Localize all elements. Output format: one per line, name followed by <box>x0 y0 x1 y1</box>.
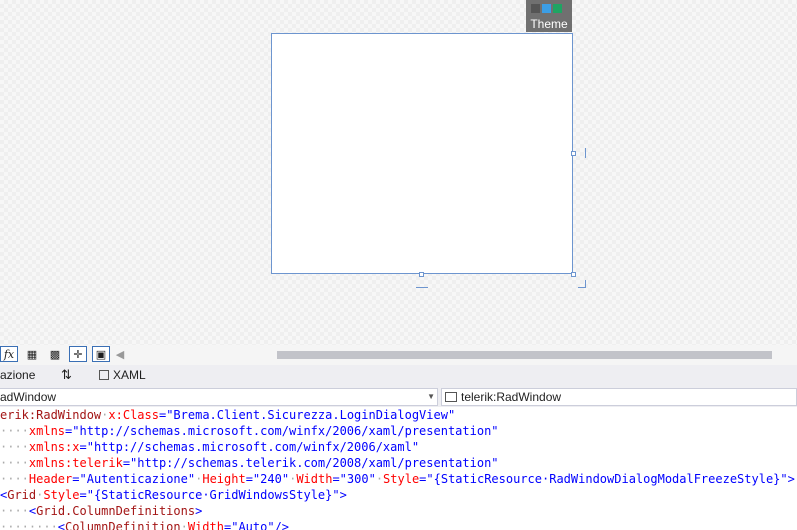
member-combo-value: telerik:RadWindow <box>461 390 562 404</box>
code-token: =" <box>158 408 174 422</box>
code-token: {StaticResource·RadWindowDialogModalFree… <box>433 472 781 486</box>
type-combo-value: adWindow <box>0 390 57 404</box>
theme-label: Theme <box>530 17 568 31</box>
code-token: x:Class <box>108 408 159 422</box>
code-token: 300 <box>346 472 369 486</box>
code-token: Style <box>43 488 80 502</box>
code-token: Autenticazione <box>86 472 188 486</box>
code-token: < <box>57 520 66 530</box>
code-token: "> <box>780 472 795 486</box>
code-token: ···· <box>0 424 29 438</box>
resize-handle-right[interactable] <box>571 151 576 156</box>
tab-xaml[interactable]: XAML <box>99 365 146 387</box>
theme-swatch[interactable] <box>542 4 551 13</box>
document-icon[interactable]: ▣ <box>92 346 110 362</box>
code-token: =" <box>65 424 80 438</box>
code-token: xmlns:telerik <box>28 456 123 470</box>
code-token: erik:RadWindow <box>0 408 102 422</box>
code-token: ···· <box>0 440 29 454</box>
code-token: xmlns:x <box>28 440 80 454</box>
code-token: " <box>491 456 499 470</box>
snap-grid-icon[interactable]: ▩ <box>46 346 64 362</box>
code-token: "> <box>332 488 347 502</box>
code-token: Grid.ColumnDefinitions <box>36 504 196 518</box>
member-combo[interactable]: telerik:RadWindow <box>441 388 797 406</box>
code-line[interactable]: ····xmlns:x="http://schemas.microsoft.co… <box>0 439 797 455</box>
collapse-arrow-icon[interactable]: ◀ <box>113 346 127 362</box>
code-token: =" <box>72 472 87 486</box>
code-line[interactable]: ········<ColumnDefinition·Width="Auto"/> <box>0 519 797 530</box>
code-token: =" <box>332 472 347 486</box>
tab-design[interactable]: azione <box>0 365 35 387</box>
code-line[interactable]: ····xmlns="http://schemas.microsoft.com/… <box>0 423 797 439</box>
code-token: Width <box>296 472 333 486</box>
code-token: Style <box>383 472 420 486</box>
code-token: {StaticResource·GridWindowsStyle} <box>93 488 333 502</box>
code-token: ···· <box>0 504 29 518</box>
code-token: ···· <box>0 456 29 470</box>
chevron-down-icon: ▼ <box>427 392 435 401</box>
code-line[interactable]: <Grid·Style="{StaticResource·GridWindows… <box>0 487 797 503</box>
design-surface[interactable]: Theme <box>0 0 797 345</box>
code-token: Grid <box>7 488 37 502</box>
code-line[interactable]: erik:RadWindow·x:Class="Brema.Client.Sic… <box>0 407 797 423</box>
resize-handle-bottom[interactable] <box>419 272 424 277</box>
code-token: " <box>447 408 456 422</box>
theme-swatch[interactable] <box>553 4 562 13</box>
radwindow-preview[interactable] <box>271 33 573 274</box>
code-token: http://schemas.telerik.com/2008/xaml/pre… <box>137 456 492 470</box>
code-token: =" <box>223 520 239 530</box>
vertical-guide-mark <box>585 148 586 158</box>
code-token: · <box>180 520 188 530</box>
code-line[interactable]: ····<Grid.ColumnDefinitions> <box>0 503 797 519</box>
theme-swatch[interactable] <box>531 4 540 13</box>
code-token: =" <box>245 472 261 486</box>
xaml-code-editor[interactable]: erik:RadWindow·x:Class="Brema.Client.Sic… <box>0 407 797 530</box>
type-combo[interactable]: adWindow ▼ <box>0 388 438 406</box>
navigation-bar: adWindow ▼ telerik:RadWindow <box>0 387 797 407</box>
code-token: > <box>195 504 203 518</box>
code-token: Width <box>187 520 224 530</box>
code-token: Auto <box>238 520 268 530</box>
code-token: " <box>411 440 420 454</box>
resize-handle-corner[interactable] <box>571 272 576 277</box>
element-icon <box>445 392 457 402</box>
grid-icon[interactable]: ▦ <box>23 346 41 362</box>
code-token: Brema.Client.Sicurezza.LoginDialogView <box>173 408 448 422</box>
horizontal-guide-mark <box>416 287 428 288</box>
code-line[interactable]: ····Header="Autenticazione"·Height="240"… <box>0 471 797 487</box>
theme-swatches <box>531 4 562 14</box>
code-token: Height <box>202 472 246 486</box>
formula-fx-icon[interactable]: 𝑓x <box>0 346 18 362</box>
code-token: =" <box>79 488 94 502</box>
code-token: =" <box>419 472 434 486</box>
code-token: " <box>281 472 290 486</box>
snap-lines-icon[interactable]: ✛ <box>69 346 87 362</box>
code-token: xmlns <box>28 424 66 438</box>
code-token: ColumnDefinition <box>65 520 181 530</box>
code-token: " <box>491 424 499 438</box>
code-token: ········ <box>0 520 58 530</box>
code-token: 240 <box>260 472 282 486</box>
code-token: Header <box>28 472 73 486</box>
code-token: ···· <box>0 472 29 486</box>
tab-xaml-label: XAML <box>113 368 146 382</box>
swap-panes-icon[interactable]: ⇅ <box>61 365 72 387</box>
code-token: =" <box>79 440 94 454</box>
code-token: http://schemas.microsoft.com/winfx/2006/… <box>79 424 492 438</box>
horizontal-scrollbar[interactable] <box>277 351 772 359</box>
code-token: http://schemas.microsoft.com/winfx/2006/… <box>93 440 412 454</box>
code-token: =" <box>122 456 138 470</box>
code-line[interactable]: ····xmlns:telerik="http://schemas.teleri… <box>0 455 797 471</box>
xaml-icon <box>99 370 109 380</box>
code-token: · <box>375 472 384 486</box>
designer-tabs: azione ⇅ XAML <box>0 365 797 387</box>
code-token: " <box>368 472 376 486</box>
theme-selector[interactable]: Theme <box>526 0 572 32</box>
code-token: "/> <box>267 520 290 530</box>
corner-guide-mark-h <box>578 287 586 288</box>
